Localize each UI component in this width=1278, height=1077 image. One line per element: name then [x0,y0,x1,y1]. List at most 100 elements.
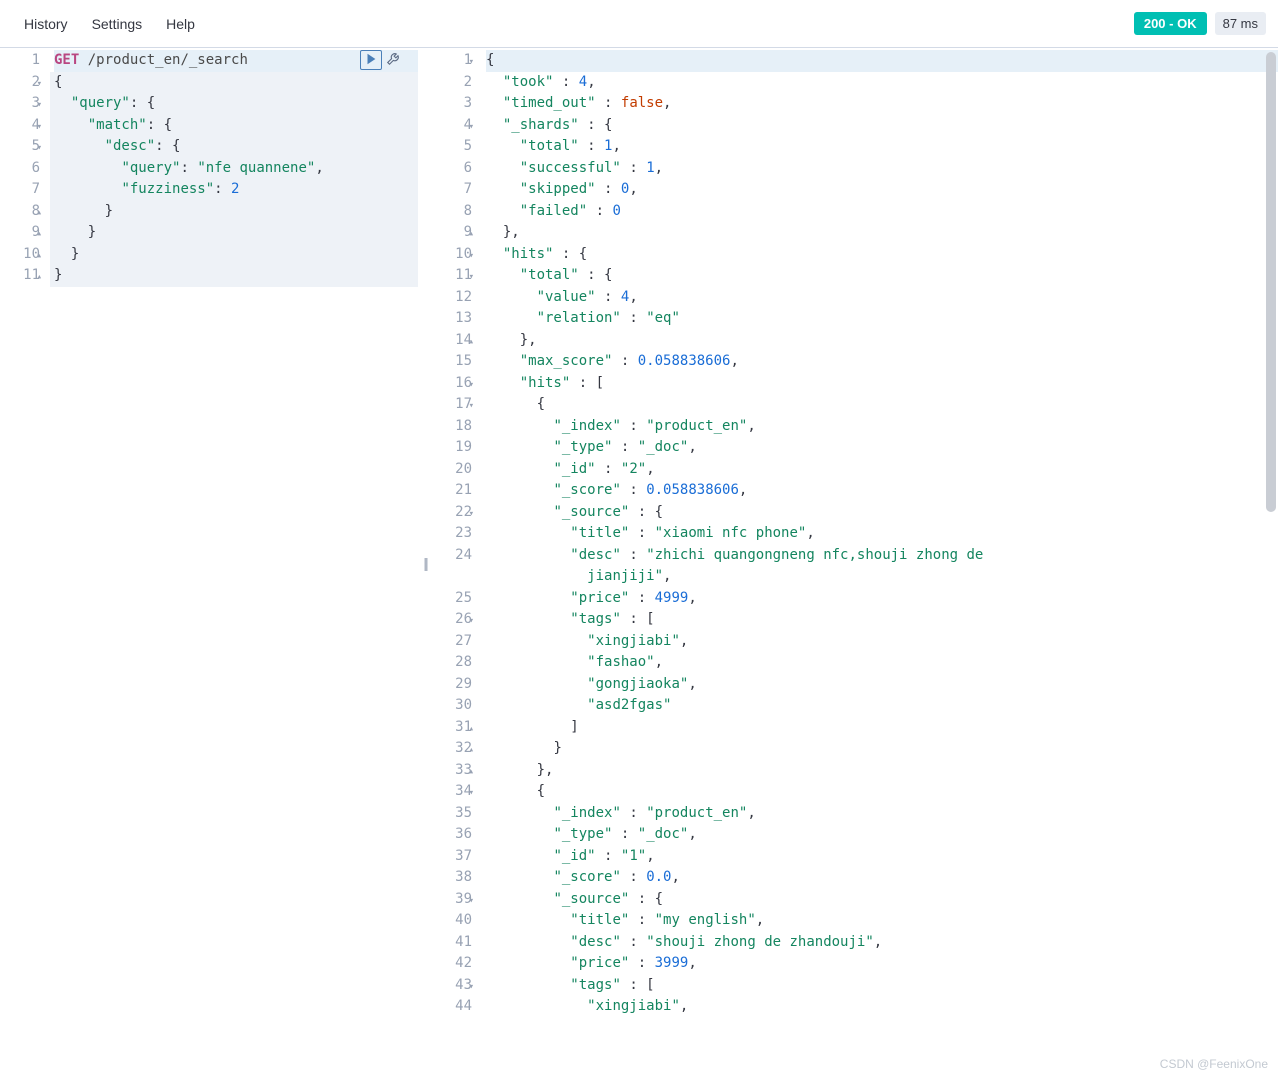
fold-icon[interactable]: ▴ [37,224,42,246]
fold-icon[interactable]: ▾ [469,396,474,418]
code-line[interactable]: "value" : 4, [486,287,1278,309]
code-line[interactable]: { [486,394,1278,416]
fold-icon[interactable]: ▾ [37,117,42,139]
scrollbar-track[interactable] [1264,48,1278,1077]
fold-icon[interactable]: ▾ [469,504,474,526]
code-line[interactable]: "_source" : { [486,889,1278,911]
code-line[interactable]: "_type" : "_doc", [486,437,1278,459]
code-line[interactable]: "total" : 1, [486,136,1278,158]
fold-icon[interactable]: ▾ [469,52,474,74]
fold-icon[interactable]: ▾ [469,117,474,139]
fold-icon[interactable]: ▾ [37,138,42,160]
code-line[interactable]: "price" : 4999, [486,588,1278,610]
code-line[interactable]: } [54,201,418,223]
code-line[interactable]: { [54,72,418,94]
settings-menu[interactable]: Settings [80,8,155,40]
fold-icon[interactable]: ▴ [469,762,474,784]
code-line[interactable]: }, [486,330,1278,352]
fold-icon[interactable]: ▾ [469,611,474,633]
code-line[interactable]: "xingjiabi", [486,996,1278,1018]
code-line[interactable]: "desc" : "zhichi quangongneng nfc,shouji… [486,545,1278,588]
code-line[interactable]: { [486,781,1278,803]
gutter-line: 32▴ [432,738,472,760]
code-line[interactable]: "_index" : "product_en", [486,416,1278,438]
code-line[interactable]: "_score" : 0.058838606, [486,480,1278,502]
fold-icon[interactable]: ▾ [469,891,474,913]
fold-icon[interactable]: ▾ [37,95,42,117]
code-line[interactable]: "gongjiaoka", [486,674,1278,696]
code-line[interactable]: "hits" : { [486,244,1278,266]
fold-icon[interactable]: ▾ [469,267,474,289]
code-line[interactable]: "tags" : [ [486,975,1278,997]
code-line[interactable]: "_id" : "1", [486,846,1278,868]
code-line[interactable]: "xingjiabi", [486,631,1278,653]
response-editor[interactable]: 1▾234▾56789▴10▾11▾121314▴1516▾17▾1819202… [432,48,1278,1077]
request-pane: 12▾3▾4▾5▾678▴9▴10▴11▴ GET /product_en/_s… [0,48,418,1077]
gutter-line: 16▾ [432,373,472,395]
fold-icon[interactable]: ▾ [469,783,474,805]
code-line[interactable]: { [486,50,1278,72]
fold-icon[interactable]: ▴ [469,224,474,246]
fold-icon[interactable]: ▴ [469,740,474,762]
code-line[interactable]: "hits" : [ [486,373,1278,395]
code-line[interactable]: "query": { [54,93,418,115]
code-line[interactable]: } [486,738,1278,760]
fold-icon[interactable]: ▾ [37,74,42,96]
gutter-line: 4▾ [432,115,472,137]
help-menu[interactable]: Help [154,8,207,40]
code-line[interactable]: "_shards" : { [486,115,1278,137]
gutter-line: 30 [432,695,472,717]
fold-icon[interactable]: ▴ [469,332,474,354]
history-menu[interactable]: History [12,8,80,40]
fold-icon[interactable]: ▴ [37,246,42,268]
code-line[interactable]: "match": { [54,115,418,137]
scrollbar-thumb[interactable] [1266,52,1276,512]
wrench-button[interactable] [382,50,404,70]
gutter-line: 43▾ [432,975,472,997]
code-line[interactable]: "total" : { [486,265,1278,287]
code-line[interactable]: "skipped" : 0, [486,179,1278,201]
code-line[interactable]: "_score" : 0.0, [486,867,1278,889]
code-line[interactable]: "_type" : "_doc", [486,824,1278,846]
code-line[interactable]: } [54,222,418,244]
run-button[interactable] [360,50,382,70]
code-line[interactable]: } [54,244,418,266]
gutter-line: 35 [432,803,472,825]
fold-icon[interactable]: ▾ [469,375,474,397]
fold-icon[interactable]: ▴ [469,719,474,741]
gutter-line: 39▾ [432,889,472,911]
status-badge: 200 - OK [1134,12,1207,35]
code-line[interactable]: "query": "nfe quannene", [54,158,418,180]
code-line[interactable]: "_id" : "2", [486,459,1278,481]
code-line[interactable]: "max_score" : 0.058838606, [486,351,1278,373]
toolbar: History Settings Help 200 - OK 87 ms [0,0,1278,48]
fold-icon[interactable]: ▾ [469,977,474,999]
code-line[interactable]: "relation" : "eq" [486,308,1278,330]
code-line[interactable]: "successful" : 1, [486,158,1278,180]
pane-resize-handle[interactable]: || [418,48,432,1077]
code-line[interactable]: "fashao", [486,652,1278,674]
gutter-line: 25 [432,588,472,610]
code-line[interactable]: "price" : 3999, [486,953,1278,975]
code-line[interactable]: "desc": { [54,136,418,158]
gutter-line: 1 [0,50,40,72]
code-line[interactable]: "took" : 4, [486,72,1278,94]
code-line[interactable]: } [54,265,418,287]
code-line[interactable]: "failed" : 0 [486,201,1278,223]
code-line[interactable]: }, [486,760,1278,782]
code-line[interactable]: }, [486,222,1278,244]
code-line[interactable]: ] [486,717,1278,739]
code-line[interactable]: "tags" : [ [486,609,1278,631]
code-line[interactable]: "_index" : "product_en", [486,803,1278,825]
code-line[interactable]: "title" : "my english", [486,910,1278,932]
code-line[interactable]: "fuzziness": 2 [54,179,418,201]
request-editor[interactable]: 12▾3▾4▾5▾678▴9▴10▴11▴ GET /product_en/_s… [0,48,418,1077]
code-line[interactable]: "_source" : { [486,502,1278,524]
code-line[interactable]: "timed_out" : false, [486,93,1278,115]
code-line[interactable]: "title" : "xiaomi nfc phone", [486,523,1278,545]
code-line[interactable]: "asd2fgas" [486,695,1278,717]
fold-icon[interactable]: ▴ [37,267,42,289]
fold-icon[interactable]: ▾ [469,246,474,268]
code-line[interactable]: "desc" : "shouji zhong de zhandouji", [486,932,1278,954]
fold-icon[interactable]: ▴ [37,203,42,225]
